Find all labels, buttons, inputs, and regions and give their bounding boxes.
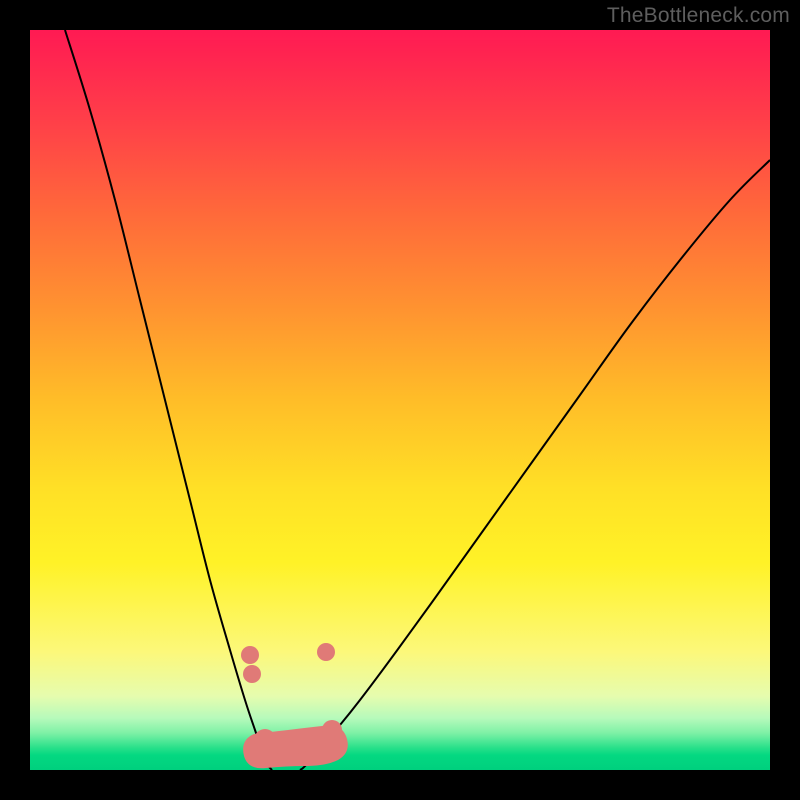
marker-dot xyxy=(241,646,259,664)
left-bottleneck-curve xyxy=(65,30,272,770)
watermark-text: TheBottleneck.com xyxy=(607,4,790,28)
marker-dot xyxy=(277,741,299,763)
marker-dot xyxy=(317,643,335,661)
marker-dot xyxy=(304,735,326,757)
right-bottleneck-curve xyxy=(300,160,770,770)
marker-dot xyxy=(322,720,342,740)
marker-dot xyxy=(243,665,261,683)
chart-svg xyxy=(30,30,770,770)
marker-group xyxy=(241,643,348,768)
marker-dot xyxy=(254,729,276,751)
chart-plot-area xyxy=(30,30,770,770)
